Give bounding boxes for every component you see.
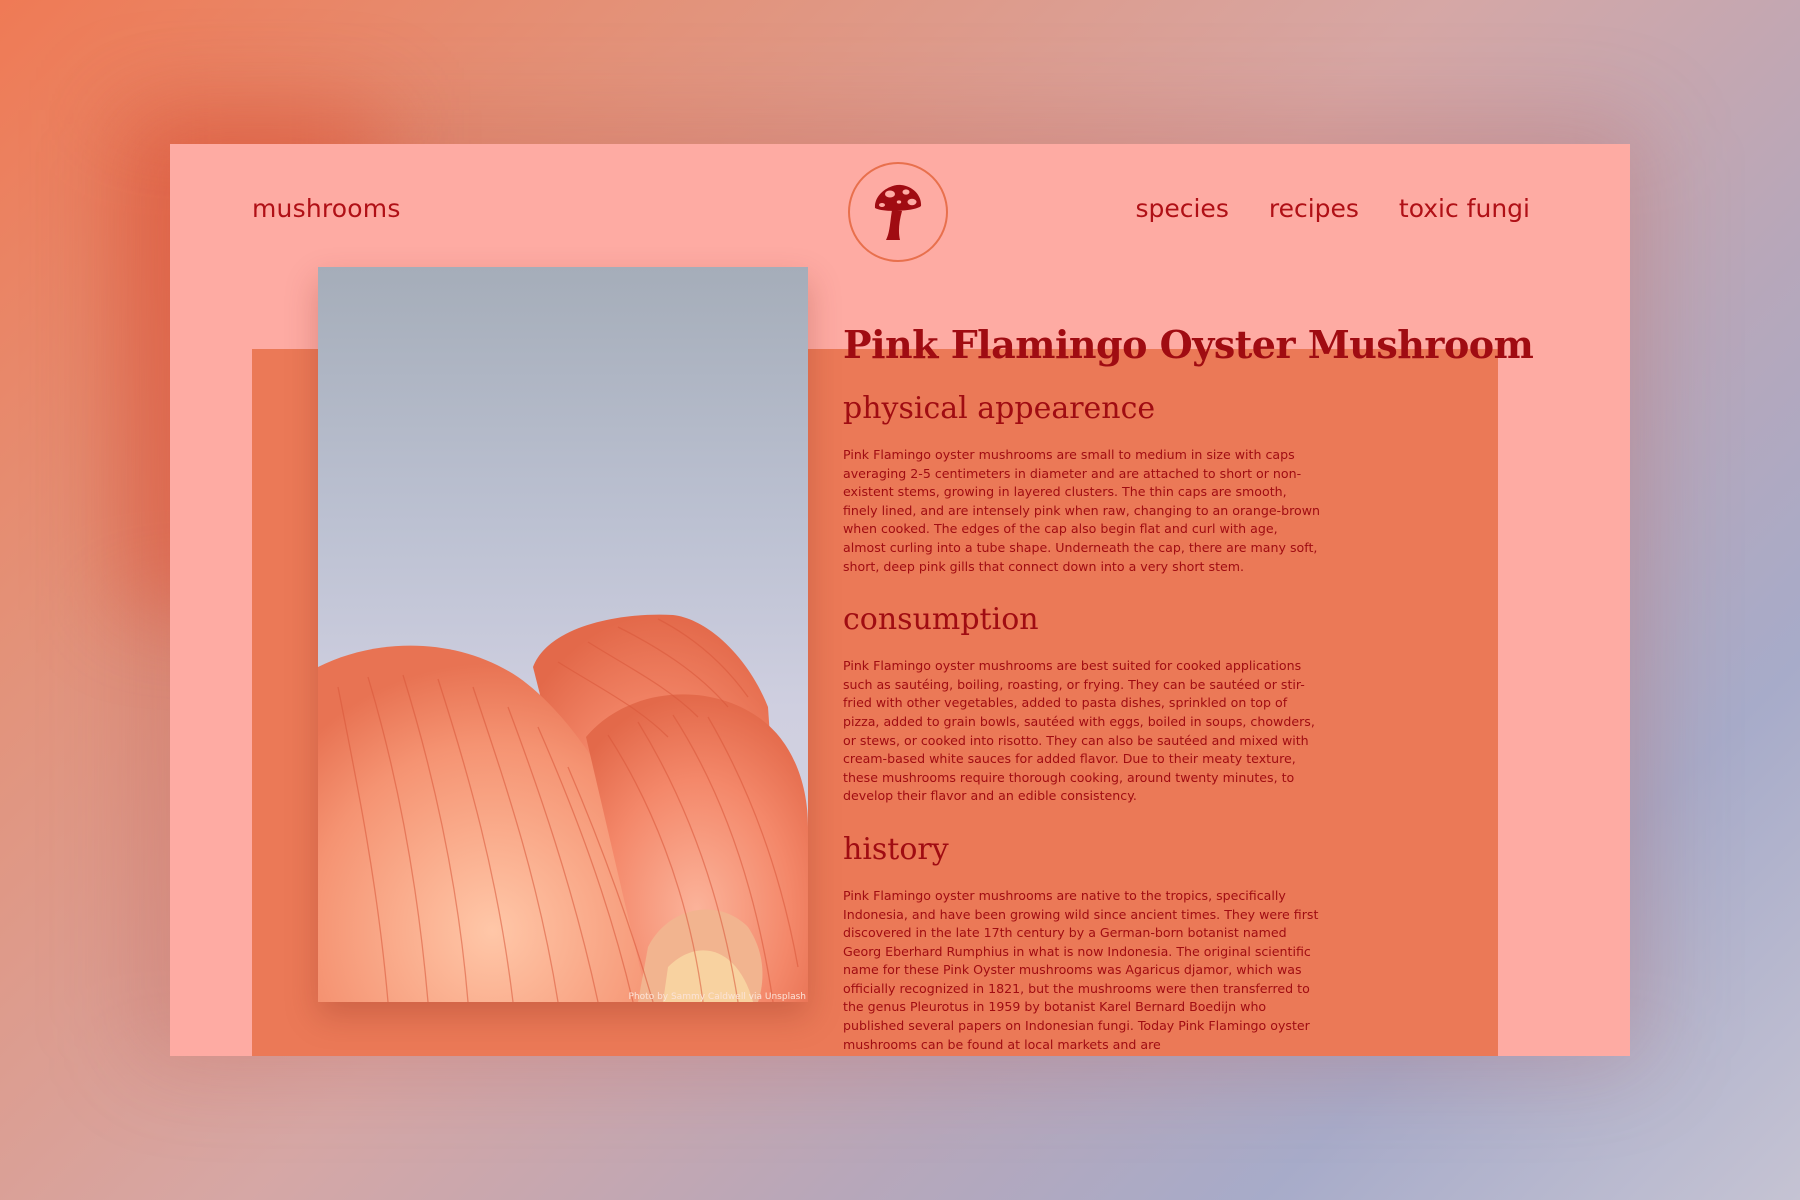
mushroom-photo: Photo by Sammy Caldwell via Unsplash bbox=[318, 267, 808, 1002]
section-text-physical: Pink Flamingo oyster mushrooms are small… bbox=[843, 447, 1320, 574]
webpage-mockup: mushrooms species recipes toxic fungi Ph… bbox=[170, 144, 1630, 1056]
section-text-history: Pink Flamingo oyster mushrooms are nativ… bbox=[843, 887, 1319, 1052]
section-heading-history: history bbox=[843, 831, 949, 867]
main-nav: species recipes toxic fungi bbox=[1135, 194, 1530, 223]
mushroom-logo-icon bbox=[874, 184, 922, 240]
brand-link[interactable]: mushrooms bbox=[252, 194, 401, 223]
nav-toxic-fungi[interactable]: toxic fungi bbox=[1399, 194, 1530, 223]
nav-recipes[interactable]: recipes bbox=[1269, 194, 1359, 223]
photo-credit: Photo by Sammy Caldwell via Unsplash bbox=[628, 992, 806, 1002]
nav-species[interactable]: species bbox=[1135, 194, 1228, 223]
article: Pink Flamingo Oyster Mushroom physical a… bbox=[843, 322, 1534, 1054]
section-heading-physical: physical appearence bbox=[843, 391, 1156, 426]
section-heading-consumption: consumption bbox=[843, 602, 1039, 638]
section-text-consumption: Pink Flamingo oyster mushrooms are best … bbox=[843, 658, 1315, 804]
page-title: Pink Flamingo Oyster Mushroom bbox=[843, 322, 1534, 367]
logo[interactable] bbox=[848, 162, 948, 262]
